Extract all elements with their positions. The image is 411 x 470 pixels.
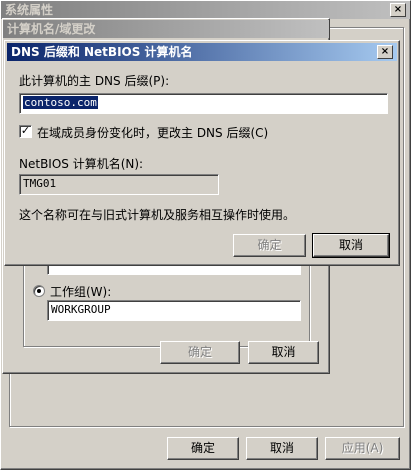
primary-dns-value: contoso.com: [23, 96, 98, 109]
computer-name-changes-title: 计算机名/域更改: [7, 22, 96, 36]
ok-label: 确定: [190, 441, 215, 455]
dns-suffix-titlebar[interactable]: DNS 后缀和 NetBIOS 计算机名: [7, 43, 397, 61]
dns-suffix-close-button[interactable]: ×: [377, 45, 393, 59]
dns-cancel-button[interactable]: 取消: [312, 233, 390, 258]
netbios-name-field: TMG01: [19, 174, 219, 195]
system-properties-titlebar[interactable]: 系统属性: [1, 1, 410, 19]
apply-label: 应用(A): [341, 441, 384, 455]
workgroup-label: 工作组(W):: [50, 285, 112, 299]
dns-ok-button[interactable]: 确定: [233, 234, 306, 257]
netbios-label: NetBIOS 计算机名(N):: [19, 157, 144, 171]
change-dns-suffix-checkbox[interactable]: ✓: [19, 125, 32, 138]
ok-label: 确定: [257, 238, 282, 252]
system-properties-ok-button[interactable]: 确定: [167, 437, 239, 460]
system-properties-apply-button[interactable]: 应用(A): [325, 437, 400, 460]
computer-name-changes-titlebar[interactable]: 计算机名/域更改: [3, 20, 329, 38]
system-properties-cancel-button[interactable]: 取消: [246, 437, 318, 460]
primary-dns-label: 此计算机的主 DNS 后缀(P):: [19, 74, 170, 88]
system-properties-close-button[interactable]: ×: [390, 3, 406, 17]
checkmark-icon: ✓: [20, 124, 31, 137]
cancel-label: 取消: [338, 238, 363, 252]
system-properties-title: 系统属性: [5, 3, 54, 17]
workgroup-radio[interactable]: [33, 285, 45, 297]
cancel-label: 取消: [269, 441, 294, 455]
computer-name-cancel-button[interactable]: 取消: [248, 341, 319, 364]
netbios-info-text: 这个名称可在与旧式计算机及服务相互操作时使用。: [19, 208, 296, 222]
close-icon: ×: [393, 4, 403, 15]
cancel-label: 取消: [271, 345, 296, 359]
close-icon: ×: [380, 46, 390, 57]
ok-label: 确定: [187, 345, 212, 359]
primary-dns-input[interactable]: contoso.com: [19, 93, 388, 114]
change-dns-suffix-label[interactable]: 在域成员身份变化时，更改主 DNS 后缀(C): [37, 124, 268, 141]
computer-name-ok-button[interactable]: 确定: [160, 341, 240, 364]
dns-suffix-dialog: DNS 后缀和 NetBIOS 计算机名 × 此计算机的主 DNS 后缀(P):…: [4, 40, 400, 266]
workgroup-input[interactable]: WORKGROUP: [47, 300, 301, 321]
dns-suffix-title: DNS 后缀和 NetBIOS 计算机名: [11, 45, 193, 59]
